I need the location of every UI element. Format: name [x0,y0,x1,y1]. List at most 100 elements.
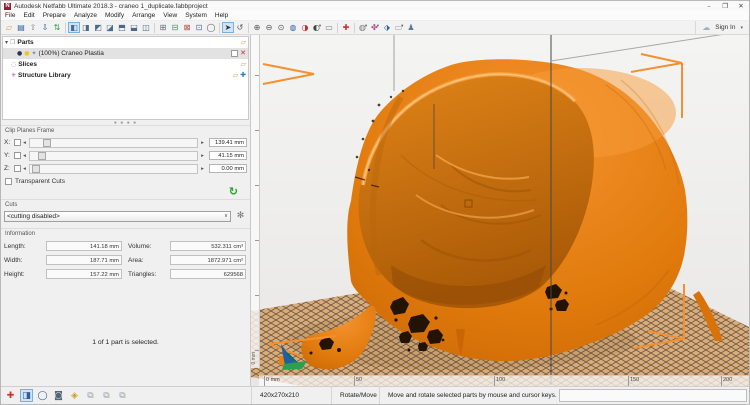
tree-row[interactable]: ✳Structure Library▱✚ [3,70,248,81]
tree-row[interactable]: ◌Slices▱ [3,59,248,70]
slider-right-arrow[interactable]: ▸ [199,166,206,172]
slices-folder-icon[interactable]: ▱ [241,61,246,68]
tool-a-icon[interactable]: ⧉ [84,389,97,402]
rotate-view-icon[interactable]: ↺ [234,22,246,33]
clip-y-slider[interactable] [29,151,198,161]
analyse-icon[interactable]: ◍▾ [357,22,369,33]
view-left-icon[interactable]: ◪ [104,22,116,33]
slices-icon[interactable]: ◌ [11,62,16,68]
expander-icon[interactable]: ▾ [5,40,8,46]
label-icon[interactable]: ▭▾ [393,22,405,33]
parts-folder-icon[interactable]: ▱ [241,39,246,46]
export-part-icon[interactable]: ⇧ [27,22,39,33]
add-part-icon[interactable]: ✚ [4,389,17,402]
part-status-icon[interactable]: ✦ [32,51,37,57]
cursor-select-icon[interactable]: ➤ [222,22,234,33]
add-structure-icon[interactable]: ✚ [240,72,246,79]
caret-down-icon: ▾ [401,25,403,30]
paint-icon[interactable]: ⬗ [381,22,393,33]
slider-left-arrow[interactable]: ◂ [21,140,28,146]
toolbar-separator [248,23,249,33]
invert-selection-icon[interactable]: ⊠ [181,22,193,33]
refresh-clip-icon[interactable]: ↻ [229,186,238,197]
zoom-to-selection-icon[interactable]: ◯ [205,22,217,33]
sign-in-button[interactable]: Sign In [715,24,735,31]
clip-y-checkbox[interactable] [14,152,21,159]
repair-center-icon[interactable]: ◙ [52,389,65,402]
cut-settings-icon[interactable]: ✻ [234,210,247,222]
clip-z-value-field[interactable]: 0.00 mm [209,164,247,173]
menu-item-arrange[interactable]: Arrange [128,11,159,20]
visibility-bulb-icon[interactable]: ● [24,51,29,57]
menu-item-edit[interactable]: Edit [19,11,38,20]
part-sphere-icon[interactable]: ● [17,51,22,57]
account-part-icon[interactable]: ♟ [405,22,417,33]
zoom-out-icon[interactable]: ⊖ [263,22,275,33]
select-none-icon[interactable]: ⊟ [169,22,181,33]
tree-row[interactable]: ●●✦(100%) Craneo Plastia✕ [3,48,248,59]
view-front-icon[interactable]: ◨ [80,22,92,33]
slider-right-arrow[interactable]: ▸ [199,153,206,159]
menu-item-view[interactable]: View [159,11,181,20]
minimize-button[interactable]: – [701,1,717,11]
sync-save-icon[interactable]: ⇅ [51,22,63,33]
clip-x-checkbox[interactable] [14,139,21,146]
tool-c-icon[interactable]: ⧉ [116,389,129,402]
color-tools-icon[interactable]: ✤▾ [369,22,381,33]
cutting-mode-dropdown[interactable]: <cutting disabled> ∨ [4,211,231,222]
slider-left-arrow[interactable]: ◂ [21,153,28,159]
clip-x-slider[interactable] [29,138,198,148]
view-back-icon[interactable]: ◩ [92,22,104,33]
viewport-3d[interactable]: 0 mm 0 mm50100150200 [251,35,749,386]
slider-thumb[interactable] [32,165,40,173]
scene-canvas[interactable] [251,35,749,386]
repair-part-icon[interactable]: ✚ [340,22,352,33]
open-project-icon[interactable]: ▱ [3,22,15,33]
measure-icon[interactable]: ▭ [323,22,335,33]
menu-item-system[interactable]: System [181,11,211,20]
view-bottom-icon[interactable]: ◫ [140,22,152,33]
view-top-icon[interactable]: ⬓ [128,22,140,33]
zoom-in-icon[interactable]: ⊕ [251,22,263,33]
tree-row[interactable]: ▾❒Parts▱ [3,37,248,48]
select-box-icon[interactable]: ⊡ [193,22,205,33]
view-right-icon[interactable]: ⬒ [116,22,128,33]
slice-preview-icon[interactable]: ◯ [36,389,49,402]
menu-item-prepare[interactable]: Prepare [39,11,70,20]
toggle-errors-icon[interactable]: ◑ [299,22,311,33]
menu-item-analyze[interactable]: Analyze [70,11,101,20]
structure-library-icon[interactable]: ✳ [11,73,16,79]
show-platform-icon[interactable]: ◍ [287,22,299,33]
save-project-icon[interactable]: ▤ [15,22,27,33]
transparent-cuts-checkbox[interactable] [5,178,12,185]
slider-thumb[interactable] [43,139,51,147]
menu-item-modify[interactable]: Modify [101,11,128,20]
maximize-button[interactable]: ❐ [717,1,733,11]
import-part-icon[interactable]: ⇩ [39,22,51,33]
menu-item-help[interactable]: Help [211,11,232,20]
sign-in-area[interactable]: ☁Sign In▾ [695,21,749,34]
part-visible-checkbox[interactable] [231,50,238,57]
platform-view-icon[interactable]: ◨ [20,389,33,402]
shading-mode-icon[interactable]: ◐▾ [311,22,323,33]
clip-y-value-field[interactable]: 41.15 mm [209,151,247,160]
clip-planes-title: Clip Planes Frame [5,128,247,134]
clip-x-value-field[interactable]: 139.41 mm [209,138,247,147]
tool-b-icon[interactable]: ⧉ [100,389,113,402]
structures-folder-icon[interactable]: ▱ [233,72,238,79]
close-button[interactable]: ✕ [733,1,749,11]
view-iso-icon[interactable]: ◧ [68,22,80,33]
sign-in-caret-icon[interactable]: ▾ [740,25,743,31]
clip-z-slider[interactable] [29,164,198,174]
delete-part-icon[interactable]: ✕ [240,50,246,57]
parts-box-icon[interactable]: ❒ [10,40,15,46]
zoom-fit-icon[interactable]: ⊙ [275,22,287,33]
slider-right-arrow[interactable]: ▸ [199,140,206,146]
progress-placeholder [559,389,747,402]
select-all-icon[interactable]: ⊞ [157,22,169,33]
slider-left-arrow[interactable]: ◂ [21,166,28,172]
slider-thumb[interactable] [38,152,46,160]
clip-z-checkbox[interactable] [14,165,21,172]
menu-item-file[interactable]: File [1,11,19,20]
warnings-icon[interactable]: ◈ [68,389,81,402]
